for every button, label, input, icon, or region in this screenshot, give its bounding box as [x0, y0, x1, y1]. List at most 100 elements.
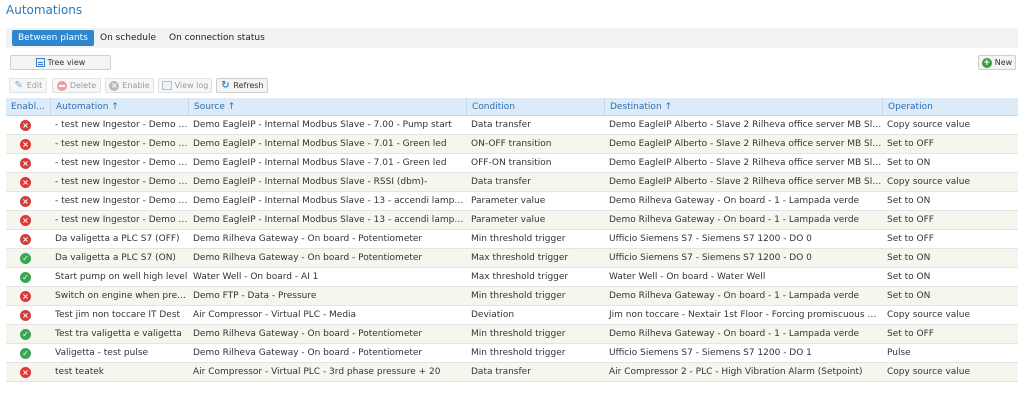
disabled-x-icon: × — [20, 139, 31, 150]
tab-bar: Between plants On schedule On connection… — [6, 28, 1018, 48]
table-row[interactable]: × Switch on engine when press... Demo FTP … — [6, 287, 1018, 306]
cell-operation: Set to OFF — [887, 215, 934, 225]
table-row[interactable]: × Test jim non toccare IT Dest Air Compres… — [6, 306, 1018, 325]
cell-operation: Copy source value — [887, 310, 971, 320]
refresh-icon: ↻ — [221, 79, 230, 91]
cell-operation: Set to OFF — [887, 139, 934, 149]
table-row[interactable]: × - test new Ingestor - Demo E... Demo Eag… — [6, 135, 1018, 154]
cell-condition: Parameter value — [471, 196, 546, 206]
cell-source: Water Well - On board - AI 1 — [193, 272, 319, 282]
automations-table: Enabl... Automation ↑ Source ↑ Condition… — [6, 98, 1018, 382]
edit-button[interactable]: ✎ Edit — [9, 78, 47, 93]
delete-icon — [56, 80, 67, 91]
column-header-destination[interactable]: Destination ↑ — [604, 98, 882, 116]
cell-destination: Ufficio Siemens S7 - Siemens S7 1200 - D… — [609, 234, 812, 244]
table-row[interactable]: × - test new Ingestor - Demo E... Demo Eag… — [6, 211, 1018, 230]
table-row[interactable]: × - test new Ingestor - Demo E... Demo Eag… — [6, 116, 1018, 135]
cell-operation: Set to ON — [887, 272, 931, 282]
cell-source: Demo Rilheva Gateway - On board - Potent… — [193, 348, 423, 358]
pencil-icon: ✎ — [14, 79, 23, 91]
cell-destination: Demo EagleIP Alberto - Slave 2 Rilheva o… — [609, 177, 882, 187]
table-row[interactable]: ✓ Test tra valigetta e valigetta Demo Rilh… — [6, 325, 1018, 344]
enabled-check-icon: ✓ — [20, 272, 31, 283]
cell-destination: Demo Rilheva Gateway - On board - 1 - La… — [609, 291, 860, 301]
refresh-label: Refresh — [233, 81, 264, 90]
cell-destination: Ufficio Siemens S7 - Siemens S7 1200 - D… — [609, 348, 812, 358]
log-icon — [161, 81, 172, 90]
tab-on-connection-status[interactable]: On connection status — [163, 30, 271, 46]
column-header-enabled[interactable]: Enabl... — [6, 98, 50, 116]
cell-condition: Deviation — [471, 310, 515, 320]
cell-condition: Data transfer — [471, 367, 531, 377]
refresh-button[interactable]: ↻ Refresh — [216, 78, 268, 93]
column-header-operation[interactable]: Operation — [882, 98, 1018, 116]
column-header-source[interactable]: Source ↑ — [188, 98, 466, 116]
view-log-button[interactable]: View log — [158, 78, 212, 93]
new-label: New — [994, 58, 1013, 67]
disabled-x-icon: × — [20, 215, 31, 226]
disabled-x-icon: × — [20, 158, 31, 169]
enabled-check-icon: ✓ — [20, 329, 31, 340]
enabled-check-icon: ✓ — [20, 253, 31, 264]
table-body: × - test new Ingestor - Demo E... Demo Eag… — [6, 116, 1018, 382]
cell-condition: Data transfer — [471, 177, 531, 187]
table-row[interactable]: × test teatek Air Compressor - Virtual PLC… — [6, 363, 1018, 382]
plus-icon: + — [981, 57, 992, 68]
tab-between-plants[interactable]: Between plants — [12, 30, 94, 46]
cell-automation: - test new Ingestor - Demo E... — [55, 177, 188, 187]
cell-source: Demo EagleIP - Internal Modbus Slave - 1… — [193, 196, 466, 206]
cell-condition: OFF-ON transition — [471, 158, 552, 168]
cell-automation: Da valigetta a PLC S7 (OFF) — [55, 234, 180, 244]
cell-automation: test teatek — [55, 367, 105, 377]
cell-operation: Copy source value — [887, 177, 971, 187]
cell-condition: Parameter value — [471, 215, 546, 225]
enable-label: Enable — [122, 81, 150, 90]
disabled-x-icon: × — [20, 367, 31, 378]
cell-destination: Demo EagleIP Alberto - Slave 2 Rilheva o… — [609, 139, 882, 149]
table-row[interactable]: ✓ Da valigetta a PLC S7 (ON) Demo Rilheva … — [6, 249, 1018, 268]
cell-source: Demo EagleIP - Internal Modbus Slave - R… — [193, 177, 428, 187]
cell-automation: Test jim non toccare IT Dest — [55, 310, 181, 320]
cell-destination: Jim non toccare - Nextair 1st Floor - Fo… — [609, 310, 882, 320]
cell-destination: Water Well - On board - Water Well — [609, 272, 766, 282]
cell-source: Demo EagleIP - Internal Modbus Slave - 7… — [193, 120, 452, 130]
enabled-check-icon: ✓ — [20, 348, 31, 359]
cell-automation: - test new Ingestor - Demo E... — [55, 139, 188, 149]
cell-operation: Pulse — [887, 348, 911, 358]
new-button[interactable]: + New — [978, 55, 1016, 70]
disabled-x-icon: × — [20, 177, 31, 188]
cell-condition: Min threshold trigger — [471, 234, 566, 244]
table-row[interactable]: ✓ Start pump on well high level Water Well… — [6, 268, 1018, 287]
tree-view-button[interactable]: Tree view — [10, 55, 111, 70]
cell-destination: Demo EagleIP Alberto - Slave 2 Rilheva o… — [609, 158, 882, 168]
cell-automation: - test new Ingestor - Demo E... — [55, 196, 188, 206]
cell-operation: Set to ON — [887, 253, 931, 263]
table-row[interactable]: ✓ Valigetta - test pulse Demo Rilheva Gate… — [6, 344, 1018, 363]
cell-destination: Demo EagleIP Alberto - Slave 2 Rilheva o… — [609, 120, 882, 130]
enable-button[interactable]: × Enable — [105, 78, 154, 93]
tab-on-schedule[interactable]: On schedule — [94, 30, 162, 46]
table-row[interactable]: × - test new Ingestor - Demo E... Demo Eag… — [6, 154, 1018, 173]
table-row[interactable]: × - test new Ingestor - Demo E... Demo Eag… — [6, 173, 1018, 192]
enable-icon: × — [109, 80, 120, 91]
cell-source: Air Compressor - Virtual PLC - Media — [193, 310, 357, 320]
cell-destination: Demo Rilheva Gateway - On board - 1 - La… — [609, 196, 860, 206]
column-header-automation[interactable]: Automation ↑ — [50, 98, 188, 116]
cell-automation: Valigetta - test pulse — [55, 348, 149, 358]
delete-button[interactable]: Delete — [52, 78, 101, 93]
delete-label: Delete — [69, 81, 97, 90]
cell-operation: Set to OFF — [887, 234, 934, 244]
cell-automation: - test new Ingestor - Demo E... — [55, 158, 188, 168]
table-row[interactable]: × - test new Ingestor - Demo E... Demo Eag… — [6, 192, 1018, 211]
cell-source: Demo Rilheva Gateway - On board - Potent… — [193, 253, 423, 263]
table-row[interactable]: × Da valigetta a PLC S7 (OFF) Demo Rilheva… — [6, 230, 1018, 249]
cell-condition: Min threshold trigger — [471, 348, 566, 358]
cell-operation: Copy source value — [887, 367, 971, 377]
table-header: Enabl... Automation ↑ Source ↑ Condition… — [6, 98, 1018, 116]
cell-source: Demo FTP - Data - Pressure — [193, 291, 317, 301]
column-header-condition[interactable]: Condition — [466, 98, 604, 116]
tree-view-label: Tree view — [47, 58, 86, 67]
cell-operation: Set to ON — [887, 158, 931, 168]
cell-condition: Min threshold trigger — [471, 291, 566, 301]
page-title: Automations — [6, 3, 83, 17]
